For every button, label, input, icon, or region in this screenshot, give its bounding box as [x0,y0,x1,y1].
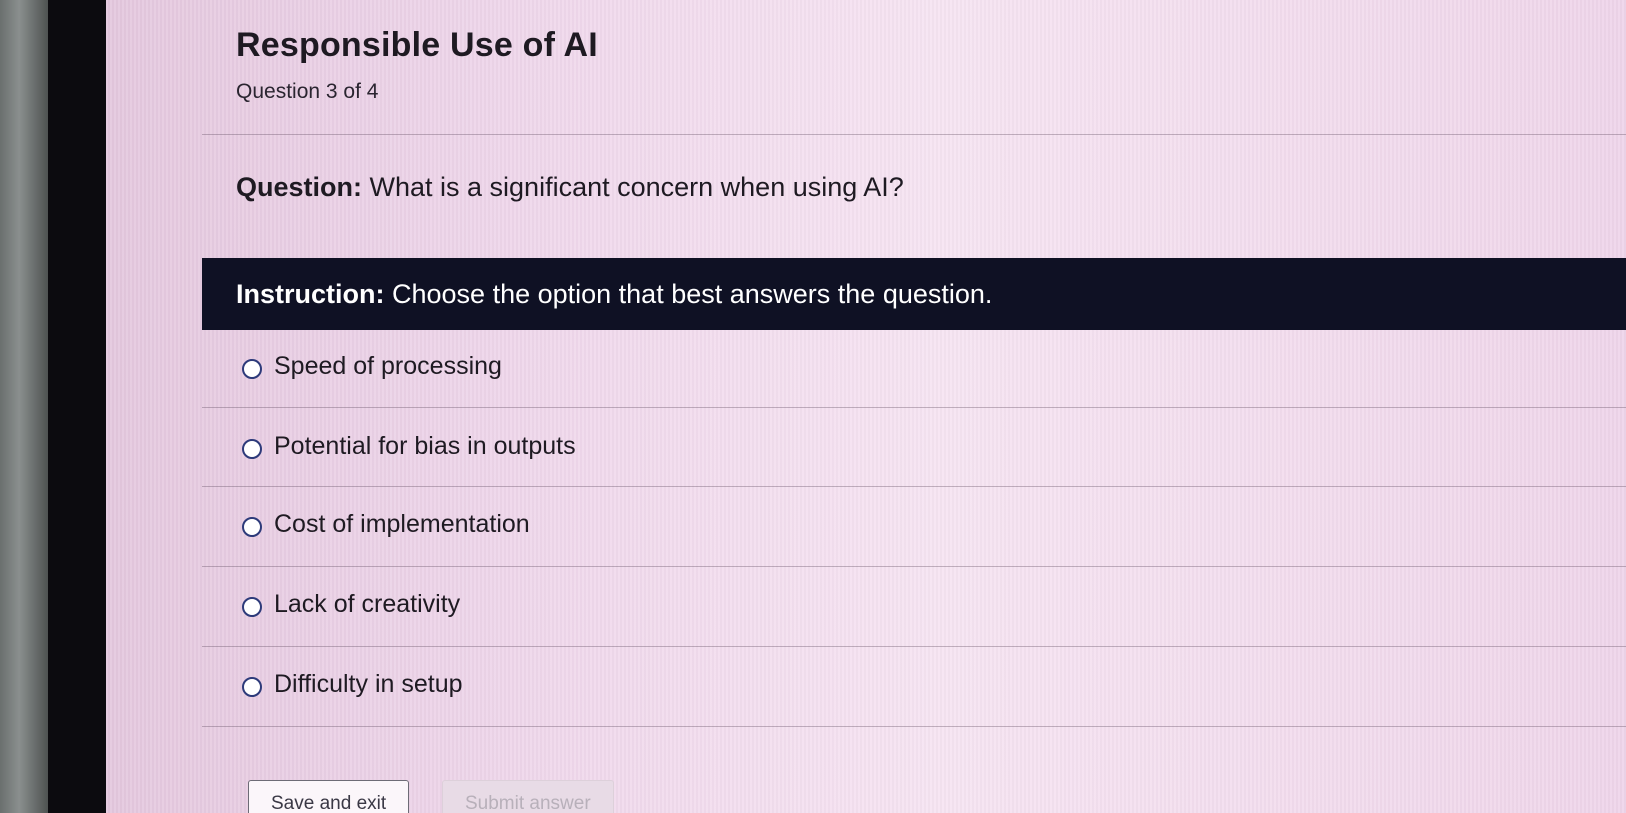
instruction: Instruction: Choose the option that best… [236,279,992,310]
divider [202,134,1626,135]
option-label: Cost of implementation [274,510,530,538]
answer-option-setup[interactable]: Difficulty in setup [202,648,1626,728]
monitor-bezel [0,0,48,813]
question-text: What is a significant concern when using… [362,172,904,202]
divider [202,566,1626,567]
submit-answer-button[interactable]: Submit answer [442,780,614,813]
radio-button[interactable] [242,359,262,379]
question-progress: Question 3 of 4 [236,80,379,103]
instruction-label: Instruction: [236,279,385,309]
radio-button[interactable] [242,677,262,697]
question-prompt: Question: What is a significant concern … [236,172,904,203]
radio-button[interactable] [242,517,262,537]
option-label: Lack of creativity [274,590,461,618]
answer-option-cost[interactable]: Cost of implementation [202,488,1626,568]
divider [202,726,1626,727]
monitor-frame [48,0,106,813]
option-label: Difficulty in setup [274,670,463,698]
quiz-title: Responsible Use of AI [236,26,598,64]
radio-button[interactable] [242,439,262,459]
instruction-text: Choose the option that best answers the … [384,279,993,309]
answer-option-speed[interactable]: Speed of processing [202,330,1626,410]
option-label: Potential for bias in outputs [274,432,576,460]
radio-button[interactable] [242,597,262,617]
divider [202,646,1626,647]
save-and-exit-button[interactable]: Save and exit [248,780,410,813]
answer-option-creativity[interactable]: Lack of creativity [202,568,1626,648]
divider [202,407,1626,408]
screen: Responsible Use of AI Question 3 of 4 Qu… [106,0,1626,813]
answer-option-bias[interactable]: Potential for bias in outputs [202,410,1626,490]
quiz-panel: Responsible Use of AI Question 3 of 4 Qu… [202,0,1626,813]
question-label: Question: [236,172,362,202]
option-label: Speed of processing [274,352,502,380]
divider [202,486,1626,487]
